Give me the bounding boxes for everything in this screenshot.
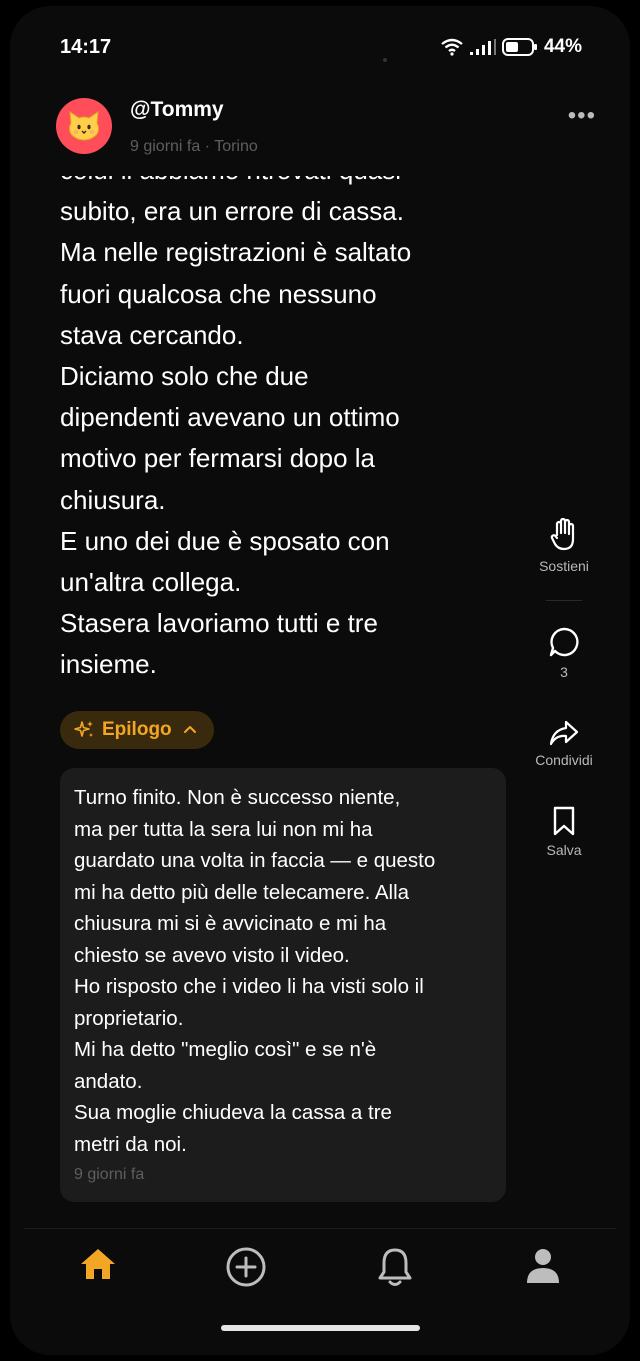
epilogue-toggle[interactable]: Epilogo [60, 711, 214, 749]
battery-icon [501, 38, 537, 56]
nav-create[interactable] [225, 1246, 267, 1293]
home-indicator[interactable] [221, 1325, 420, 1331]
hand-icon [550, 518, 575, 551]
post-header: @Tommy 9 giorni fa · Torino ••• [56, 96, 596, 160]
signal-icon [469, 39, 496, 55]
comment-icon [549, 627, 579, 657]
post-body: colui il abbiamo ritrovati quasi subito,… [60, 176, 510, 686]
actions-divider [546, 600, 582, 601]
cat-face-icon [69, 111, 99, 141]
chevron-up-icon [183, 726, 196, 733]
more-options-icon[interactable]: ••• [568, 102, 596, 130]
add-circle-icon [226, 1247, 266, 1287]
nav-divider [24, 1228, 616, 1229]
comments-count: 3 [560, 664, 568, 680]
share-button[interactable]: Condividi [524, 720, 604, 768]
battery-percent: 44% [543, 36, 582, 57]
comments-button[interactable]: 3 [524, 626, 604, 680]
epilogue-card: Turno finito. Non è successo niente, ma … [60, 768, 506, 1202]
post-meta: 9 giorni fa · Torino [130, 138, 258, 155]
bell-icon [378, 1248, 412, 1286]
epilogue-label: Epilogo [102, 719, 172, 740]
save-label: Salva [546, 842, 582, 858]
avatar[interactable] [56, 98, 112, 154]
share-icon [549, 720, 579, 746]
home-icon [81, 1249, 115, 1279]
save-button[interactable]: Salva [524, 806, 604, 858]
status-time: 14:17 [60, 36, 112, 58]
post-text: colui il abbiamo ritrovati quasi subito,… [60, 176, 412, 680]
camera-dot [383, 58, 387, 62]
share-label: Condividi [535, 752, 593, 768]
username[interactable]: @Tommy [130, 98, 224, 122]
nav-notifications[interactable] [376, 1246, 414, 1293]
epilogue-timestamp: 9 giorni fa [74, 1166, 145, 1183]
status-indicators: 44% [440, 36, 582, 58]
sparkle-icon [74, 721, 93, 737]
epilogue-text: Turno finito. Non è successo niente, ma … [74, 786, 436, 1156]
nav-profile[interactable] [524, 1246, 562, 1291]
bookmark-icon [553, 806, 575, 836]
nav-home[interactable] [78, 1246, 118, 1287]
support-label: Sostieni [539, 558, 589, 574]
status-bar: 14:17 44% [0, 36, 640, 62]
profile-icon [527, 1249, 559, 1283]
support-button[interactable]: Sostieni [524, 518, 604, 574]
wifi-icon [441, 38, 463, 56]
